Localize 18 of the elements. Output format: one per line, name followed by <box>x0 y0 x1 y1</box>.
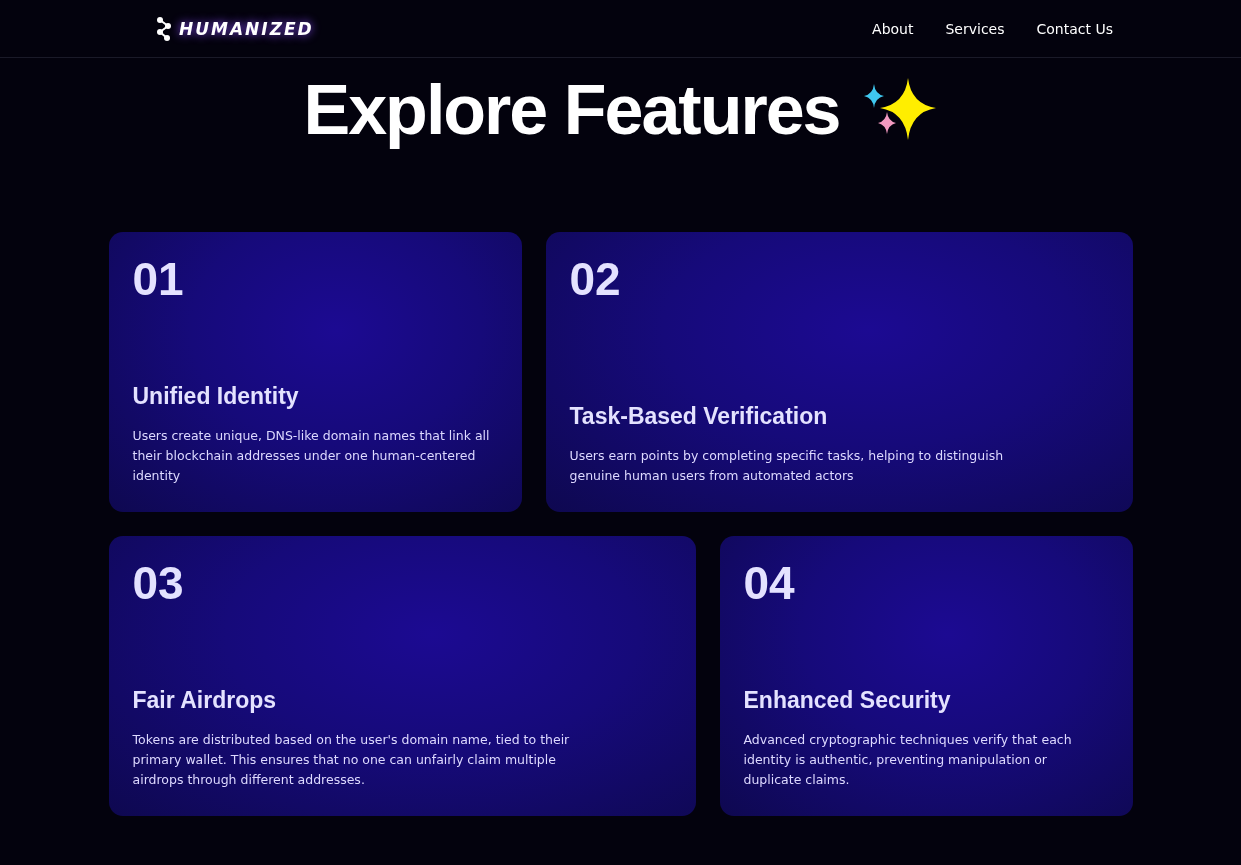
nav-link[interactable]: About <box>872 20 914 37</box>
feature-description: Users create unique, DNS-like domain names that link all their blockchain addresses under one human-centered identity <box>132 427 491 485</box>
nav-link[interactable]: Contact Us <box>1036 20 1113 37</box>
page-heading: Explore Features <box>303 70 840 150</box>
logo-icon <box>155 15 173 42</box>
feature-number: 04 <box>743 556 796 610</box>
feature-description: Tokens are distributed based on the user's domain name, tied to their primary wallet. This ensures that no one can unfairly claim multiple airdrops through different addresses. <box>132 731 571 789</box>
feature-number: 01 <box>132 252 185 306</box>
nav-link[interactable]: Services <box>945 20 1005 37</box>
feature-number: 02 <box>569 252 622 306</box>
feature-number: 03 <box>132 556 185 610</box>
feature-description: Users earn points by completing specific tasks, helping to distinguish genuine human users from automated actors <box>569 447 1005 485</box>
feature-title: Enhanced Security <box>743 687 952 714</box>
feature-title: Task-Based Verification <box>569 403 829 430</box>
logo[interactable]: HUMANIZED <box>179 18 314 39</box>
feature-description: Advanced cryptographic techniques verify that each identity is authentic, preventing manipulation or duplicate claims. <box>743 731 1073 789</box>
feature-title: Unified Identity <box>132 383 300 410</box>
feature-title: Fair Airdrops <box>132 687 278 714</box>
